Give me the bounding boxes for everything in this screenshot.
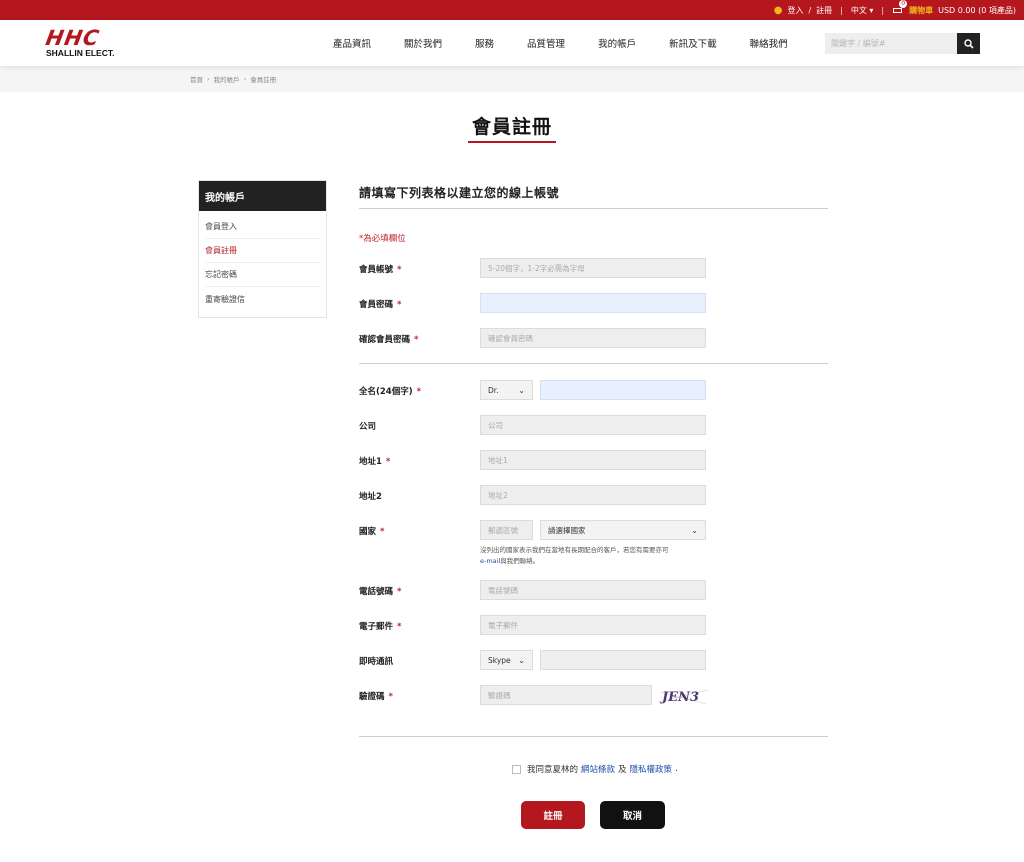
language-label: 中文 — [850, 5, 867, 15]
breadcrumb-current: 會員註冊 — [250, 76, 277, 84]
cart-icon[interactable]: 0 — [892, 0, 908, 15]
sidebar-item-forgot-password[interactable]: 忘記密碼 — [205, 263, 320, 287]
cart-count-badge: 0 — [899, 0, 908, 8]
breadcrumb-account[interactable]: 我的帳戶 — [214, 74, 240, 84]
country-note: 沒列出的國家表示我們在當地有長期配合的客戶，若您有需要亦可 e-mail與我們聯絡… — [480, 546, 669, 565]
privacy-link[interactable]: 隱私權政策 — [630, 763, 673, 775]
separator: | — [881, 5, 885, 15]
email-label: 電子郵件 * — [359, 622, 402, 632]
chevron-down-icon: ⌄ — [518, 385, 525, 395]
sidebar-title: 我的帳戶 — [199, 181, 326, 211]
breadcrumb: 首頁 › 我的帳戶 › 會員註冊 — [190, 66, 276, 92]
top-bar: ● 登入 / 註冊 | 中文 ▾ | 0 購物車 USD 0.00 (0 項產品… — [0, 0, 1024, 20]
search-input[interactable] — [825, 33, 957, 54]
captcha-input[interactable]: 驗證碼 — [480, 685, 652, 705]
divider — [359, 208, 828, 209]
address1-label: 地址1 * — [359, 457, 391, 467]
phone-label: 電話號碼 * — [359, 587, 402, 597]
address1-input[interactable]: 地址1 — [480, 450, 706, 470]
separator: | — [840, 5, 843, 15]
search-button[interactable] — [957, 33, 980, 54]
page-title: 會員註冊 — [471, 116, 552, 138]
nav-item-account[interactable]: 我的帳戶 — [598, 36, 636, 50]
password-label: 會員密碼 * — [359, 300, 402, 310]
email-input[interactable]: 電子郵件 — [480, 615, 706, 635]
divider — [359, 363, 828, 364]
breadcrumb-separator: › — [207, 75, 210, 83]
password-input[interactable] — [480, 293, 706, 313]
company-label: 公司 — [359, 422, 377, 432]
address2-label: 地址2 — [359, 492, 382, 502]
nav-item-contact[interactable]: 聯絡我們 — [750, 36, 788, 50]
login-register-separator: / — [808, 5, 812, 15]
account-input[interactable]: 5-20個字，1-2字必需為字母 — [480, 258, 706, 278]
required-note: *為必填欄位 — [359, 234, 406, 244]
captcha-image[interactable]: JEN3 — [656, 684, 711, 708]
logo-mark: HHC — [43, 26, 102, 50]
postal-code-input[interactable]: 郵遞區號 — [480, 520, 533, 540]
main-nav: 產品資訊 關於我們 服務 品質管理 我的帳戶 新訊及下載 聯絡我們 — [333, 20, 821, 66]
address2-input[interactable]: 地址2 — [480, 485, 706, 505]
country-label: 國家 * — [359, 527, 385, 537]
agree-checkbox[interactable] — [512, 764, 521, 774]
user-icon: ● — [773, 4, 783, 16]
captcha-text: JEN3 — [659, 690, 699, 705]
nav-item-products[interactable]: 產品資訊 — [333, 36, 371, 50]
form-heading: 請填寫下列表格以建立您的線上帳號 — [359, 186, 560, 200]
account-sidebar: 我的帳戶 會員登入 會員註冊 忘記密碼 重寄驗證信 — [198, 180, 327, 318]
cart-link[interactable]: 購物車 — [909, 5, 933, 16]
im-select[interactable]: Skype ⌄ — [480, 650, 533, 670]
confirm-password-label: 確認會員密碼 * — [359, 335, 419, 345]
divider — [359, 736, 828, 737]
phone-input[interactable]: 電話號碼 — [480, 580, 706, 600]
logo[interactable]: HHC SHALLIN ELECT. — [43, 26, 118, 59]
chevron-down-icon: ▾ — [869, 5, 874, 15]
nav-item-service[interactable]: 服務 — [475, 36, 494, 50]
agree-row: 我同意夏林的 網站條款 及 隱私權政策 . — [512, 763, 678, 775]
chevron-down-icon: ⌄ — [691, 525, 698, 535]
register-button[interactable]: 註冊 — [521, 801, 585, 829]
nav-item-about[interactable]: 關於我們 — [404, 36, 442, 50]
im-label: 即時通訊 — [359, 657, 394, 667]
confirm-password-input[interactable]: 確認會員密碼 — [480, 328, 706, 348]
top-bar-links: ● 登入 / 註冊 | 中文 ▾ | 0 購物車 USD 0.00 (0 項產品… — [774, 0, 1016, 20]
sidebar-list: 會員登入 會員註冊 忘記密碼 重寄驗證信 — [199, 211, 326, 317]
sidebar-item-register[interactable]: 會員註冊 — [205, 239, 320, 263]
nav-item-news[interactable]: 新訊及下載 — [669, 36, 717, 50]
language-selector[interactable]: 中文 ▾ — [851, 5, 874, 16]
register-link[interactable]: 註冊 — [816, 5, 832, 16]
country-select[interactable]: 請選擇國家 ⌄ — [540, 520, 706, 540]
cart-total: USD 0.00 (0 項產品) — [938, 5, 1016, 15]
nav-item-quality[interactable]: 品質管理 — [527, 36, 565, 50]
captcha-label: 驗證碼 * — [359, 692, 393, 702]
breadcrumb-separator: › — [243, 75, 247, 83]
search-box — [825, 33, 980, 54]
account-label: 會員帳號 * — [359, 265, 402, 275]
cancel-button[interactable]: 取消 — [600, 801, 665, 829]
company-input[interactable]: 公司 — [480, 415, 706, 435]
breadcrumb-home[interactable]: 首頁 — [190, 74, 203, 84]
search-icon — [963, 38, 974, 49]
im-input[interactable] — [540, 650, 706, 670]
site-header: HHC SHALLIN ELECT. 產品資訊 關於我們 服務 品質管理 我的帳… — [0, 20, 1024, 66]
email-contact-link[interactable]: e-mail — [480, 557, 500, 565]
fullname-label: 全名(24個字) * — [359, 387, 422, 397]
title-select[interactable]: Dr. ⌄ — [480, 380, 533, 400]
login-link[interactable]: 登入 — [787, 5, 803, 16]
fullname-input[interactable] — [540, 380, 706, 400]
chevron-down-icon: ⌄ — [518, 655, 525, 665]
terms-link[interactable]: 網站條款 — [581, 763, 615, 775]
sidebar-item-login[interactable]: 會員登入 — [205, 215, 320, 239]
sidebar-item-resend-verification[interactable]: 重寄驗證信 — [205, 287, 320, 311]
title-underline — [468, 141, 556, 143]
breadcrumb-bar: 首頁 › 我的帳戶 › 會員註冊 — [0, 66, 1024, 92]
